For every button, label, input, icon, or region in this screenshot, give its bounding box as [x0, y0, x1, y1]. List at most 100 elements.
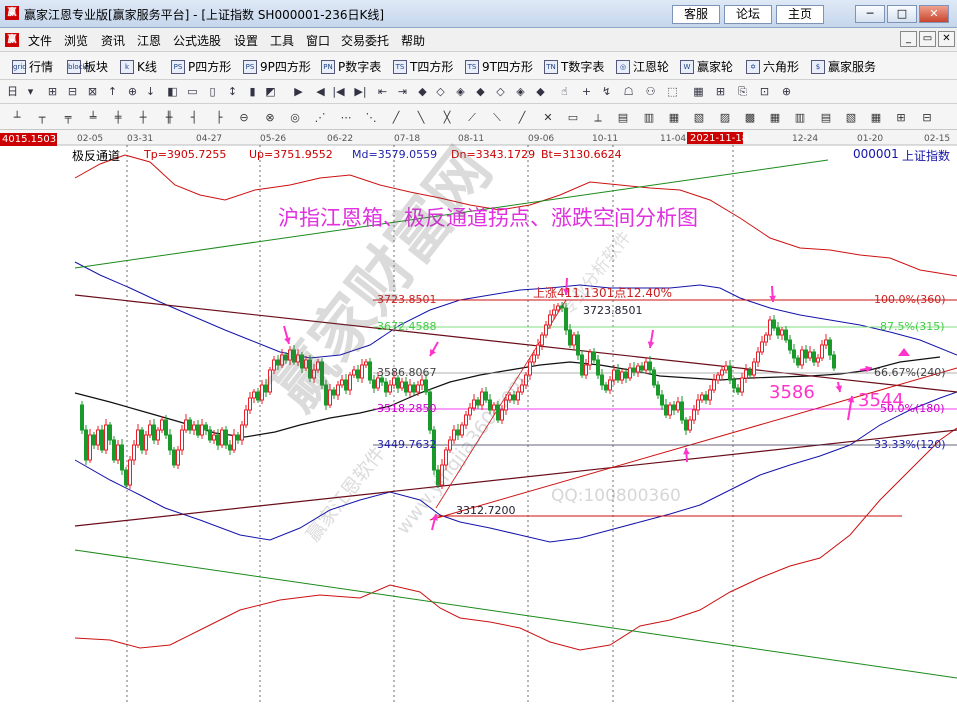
- toolbar3-button-3[interactable]: ╧: [84, 109, 102, 126]
- toolbar2-button-14[interactable]: ▶: [290, 83, 307, 100]
- toolbar3-button-4[interactable]: ╪: [109, 109, 127, 126]
- menu-news[interactable]: 资讯: [101, 32, 125, 49]
- toolbar2-button-29[interactable]: ↯: [598, 83, 615, 100]
- quotes-button[interactable]: grid 行情: [12, 58, 53, 75]
- indicator-name[interactable]: 极反通道: [72, 147, 120, 164]
- kline-button[interactable]: k K线: [120, 58, 157, 75]
- toolbar3-button-1[interactable]: ┬: [33, 109, 51, 126]
- toolbar2-button-33[interactable]: ▦: [690, 83, 707, 100]
- toolbar3-button-20[interactable]: ╱: [513, 109, 531, 126]
- toolbar3-button-35[interactable]: ⊞: [892, 109, 910, 126]
- maximize-button[interactable]: □: [887, 5, 917, 23]
- toolbar2-button-5[interactable]: ↑: [104, 83, 121, 100]
- sector-button[interactable]: blocks 板块: [67, 58, 108, 75]
- close-button[interactable]: ✕: [919, 5, 949, 23]
- toolbar3-button-2[interactable]: ╤: [59, 109, 77, 126]
- toolbar3-button-12[interactable]: ⋰: [311, 109, 329, 126]
- toolbar3-button-16[interactable]: ╲: [412, 109, 430, 126]
- toolbar3-button-34[interactable]: ▦: [867, 109, 885, 126]
- toolbar2-button-36[interactable]: ⊡: [756, 83, 773, 100]
- toolbar2-button-17[interactable]: ▶|: [352, 83, 369, 100]
- toolbar2-button-26[interactable]: ◆: [532, 83, 549, 100]
- toolbar3-button-18[interactable]: ⟋: [463, 109, 481, 126]
- toolbar3-button-6[interactable]: ╫: [160, 109, 178, 126]
- hexagon-button[interactable]: ✡ 六角形: [746, 58, 799, 75]
- toolbar2-button-9[interactable]: ▭: [184, 83, 201, 100]
- toolbar3-button-23[interactable]: ⟂: [589, 109, 607, 126]
- toolbar3-button-17[interactable]: ╳: [438, 109, 456, 126]
- mdi-minimize-button[interactable]: _: [900, 31, 917, 47]
- menu-browse[interactable]: 浏览: [64, 32, 88, 49]
- p-square-button[interactable]: PS P四方形: [171, 58, 231, 75]
- toolbar2-button-34[interactable]: ⊞: [712, 83, 729, 100]
- menu-tools[interactable]: 工具: [270, 32, 294, 49]
- toolbar2-button-4[interactable]: ⊠: [84, 83, 101, 100]
- toolbar3-button-0[interactable]: ┴: [8, 109, 26, 126]
- toolbar3-button-7[interactable]: ┤: [185, 109, 203, 126]
- toolbar2-button-37[interactable]: ⊕: [778, 83, 795, 100]
- toolbar2-button-18[interactable]: ⇤: [374, 83, 391, 100]
- kline-chart[interactable]: 02-05 03-31 04-27 05-26 06-22 07-18 08-11 09-06…: [0, 130, 957, 705]
- homepage-link[interactable]: 主页: [776, 5, 824, 24]
- toolbar3-button-15[interactable]: ╱: [387, 109, 405, 126]
- toolbar2-button-16[interactable]: |◀: [330, 83, 347, 100]
- toolbar2-button-20[interactable]: ◆: [414, 83, 431, 100]
- menu-gann[interactable]: 江恩: [137, 32, 161, 49]
- gann-wheel-button[interactable]: ◎ 江恩轮: [616, 58, 669, 75]
- toolbar3-button-13[interactable]: ⋯: [337, 109, 355, 126]
- toolbar2-button-13[interactable]: ◩: [262, 83, 279, 100]
- menu-file[interactable]: 文件: [28, 32, 52, 49]
- toolbar2-button-28[interactable]: +: [578, 83, 595, 100]
- toolbar3-button-10[interactable]: ⊗: [261, 109, 279, 126]
- toolbar2-button-1[interactable]: ▾: [22, 83, 39, 100]
- menu-trade[interactable]: 交易委托: [341, 32, 389, 49]
- mdi-close-button[interactable]: ✕: [938, 31, 955, 47]
- toolbar3-button-19[interactable]: ⟍: [488, 109, 506, 126]
- toolbar2-button-10[interactable]: ▯: [204, 83, 221, 100]
- toolbar2-button-30[interactable]: ☖: [620, 83, 637, 100]
- toolbar3-button-22[interactable]: ▭: [564, 109, 582, 126]
- minimize-button[interactable]: ─: [855, 5, 885, 23]
- toolbar2-button-19[interactable]: ⇥: [394, 83, 411, 100]
- toolbar3-button-8[interactable]: ├: [210, 109, 228, 126]
- toolbar2-button-21[interactable]: ◇: [432, 83, 449, 100]
- toolbar2-button-23[interactable]: ◆: [472, 83, 489, 100]
- t-table-button[interactable]: TN T数字表: [544, 58, 604, 75]
- toolbar2-button-22[interactable]: ◈: [452, 83, 469, 100]
- menu-app-icon[interactable]: 赢: [5, 33, 19, 47]
- toolbar2-button-11[interactable]: ↕: [224, 83, 241, 100]
- toolbar2-button-7[interactable]: ↓: [142, 83, 159, 100]
- toolbar2-button-6[interactable]: ⊕: [124, 83, 141, 100]
- toolbar2-button-8[interactable]: ◧: [164, 83, 181, 100]
- toolbar3-button-21[interactable]: ✕: [539, 109, 557, 126]
- toolbar3-button-25[interactable]: ▥: [640, 109, 658, 126]
- menu-formula-screen[interactable]: 公式选股: [173, 32, 221, 49]
- toolbar3-button-29[interactable]: ▩: [741, 109, 759, 126]
- toolbar2-button-25[interactable]: ◈: [512, 83, 529, 100]
- 9t-square-button[interactable]: TS 9T四方形: [465, 58, 533, 75]
- menu-settings[interactable]: 设置: [234, 32, 258, 49]
- t-square-button[interactable]: TS T四方形: [393, 58, 453, 75]
- mdi-restore-button[interactable]: ▭: [919, 31, 936, 47]
- 9p-square-button[interactable]: PS 9P四方形: [243, 58, 311, 75]
- toolbar3-button-24[interactable]: ▤: [614, 109, 632, 126]
- toolbar3-button-26[interactable]: ▦: [665, 109, 683, 126]
- toolbar2-button-15[interactable]: ◀: [312, 83, 329, 100]
- toolbar2-button-12[interactable]: ▮: [244, 83, 261, 100]
- toolbar3-button-32[interactable]: ▤: [817, 109, 835, 126]
- toolbar3-button-30[interactable]: ▦: [766, 109, 784, 126]
- toolbar2-button-24[interactable]: ◇: [492, 83, 509, 100]
- toolbar3-button-14[interactable]: ⋱: [362, 109, 380, 126]
- toolbar2-button-0[interactable]: 日: [4, 83, 21, 100]
- winner-wheel-button[interactable]: W 赢家轮: [680, 58, 733, 75]
- toolbar2-button-27[interactable]: ☝: [556, 83, 573, 100]
- menu-help[interactable]: 帮助: [401, 32, 425, 49]
- toolbar3-button-36[interactable]: ⊟: [918, 109, 936, 126]
- winner-service-button[interactable]: $ 赢家服务: [811, 58, 876, 75]
- toolbar3-button-28[interactable]: ▨: [716, 109, 734, 126]
- toolbar3-button-33[interactable]: ▧: [842, 109, 860, 126]
- toolbar2-button-3[interactable]: ⊟: [64, 83, 81, 100]
- toolbar2-button-32[interactable]: ⬚: [664, 83, 681, 100]
- p-table-button[interactable]: PN P数字表: [321, 58, 381, 75]
- toolbar3-button-31[interactable]: ▥: [791, 109, 809, 126]
